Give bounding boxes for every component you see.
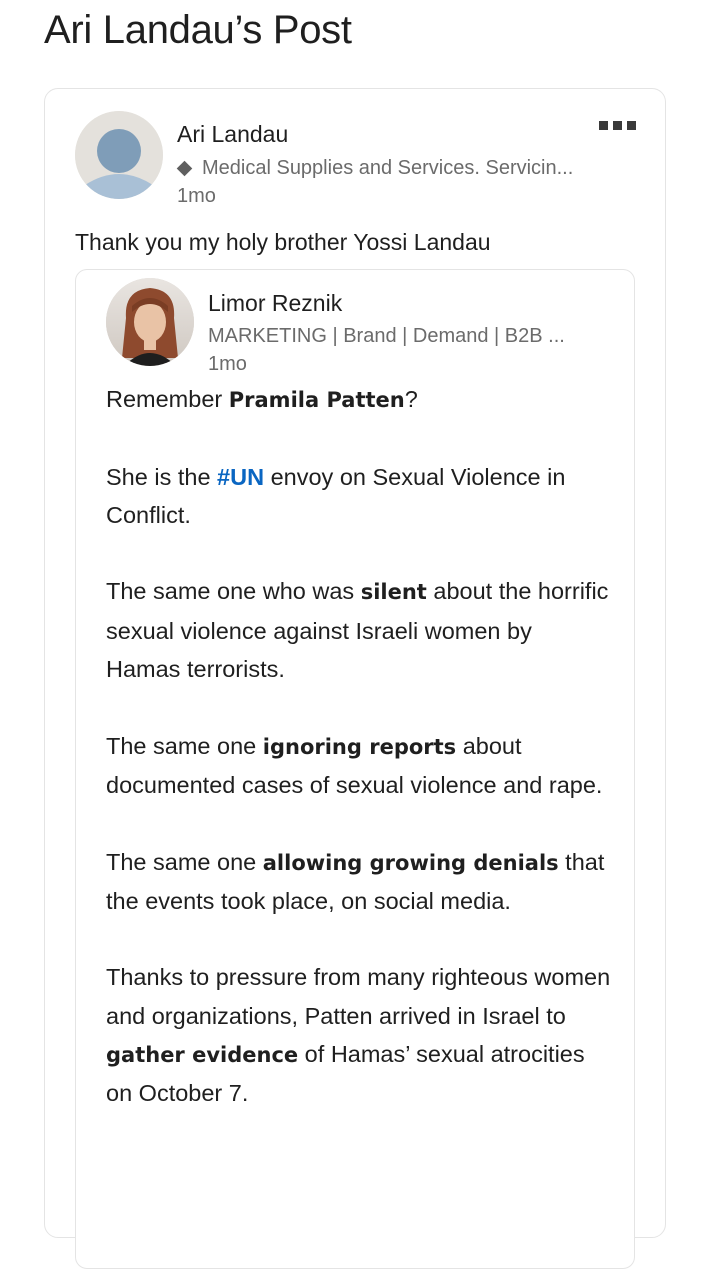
shared-post-card[interactable]: Limor Reznik MARKETING | Brand | Demand … xyxy=(75,269,635,1269)
paragraph-5: The same one allowing growing denials th… xyxy=(106,848,605,914)
paragraph-1: Remember Pramila Patten? xyxy=(106,386,418,412)
post-card: Ari Landau Medical Supplies and Services… xyxy=(44,88,666,1269)
shared-author-headline: MARKETING | Brand | Demand | B2B ... xyxy=(208,325,565,347)
paragraph-2: She is the #UN envoy on Sexual Violence … xyxy=(106,463,566,528)
mention-pramila-patten: Pramila Patten xyxy=(228,388,405,412)
post-text: Thank you my holy brother Yossi Landau xyxy=(75,229,491,255)
post-timestamp: 1mo xyxy=(177,185,216,207)
paragraph-6: Thanks to pressure from many righteous w… xyxy=(106,964,611,1107)
shared-author-avatar[interactable] xyxy=(106,278,194,366)
default-avatar-icon xyxy=(75,111,163,199)
shared-post-body: Remember Pramila Patten? She is the #UN … xyxy=(106,380,611,1151)
diamond-icon xyxy=(176,160,193,177)
more-horizontal-icon[interactable] xyxy=(599,121,639,131)
page-title: Ari Landau’s Post xyxy=(44,8,352,52)
author-name[interactable]: Ari Landau xyxy=(177,121,288,148)
hashtag-un[interactable]: #UN xyxy=(217,464,264,490)
avatar[interactable] xyxy=(75,111,163,199)
profile-photo-icon xyxy=(106,278,194,366)
paragraph-3: The same one who was silent about the ho… xyxy=(106,578,609,683)
author-headline-text: Medical Supplies and Services. Servicin.… xyxy=(202,157,574,179)
paragraph-4: The same one ignoring reports about docu… xyxy=(106,732,603,798)
shared-post-timestamp: 1mo xyxy=(208,353,247,375)
author-headline: Medical Supplies and Services. Servicin.… xyxy=(176,157,574,180)
shared-author-name[interactable]: Limor Reznik xyxy=(208,290,342,317)
